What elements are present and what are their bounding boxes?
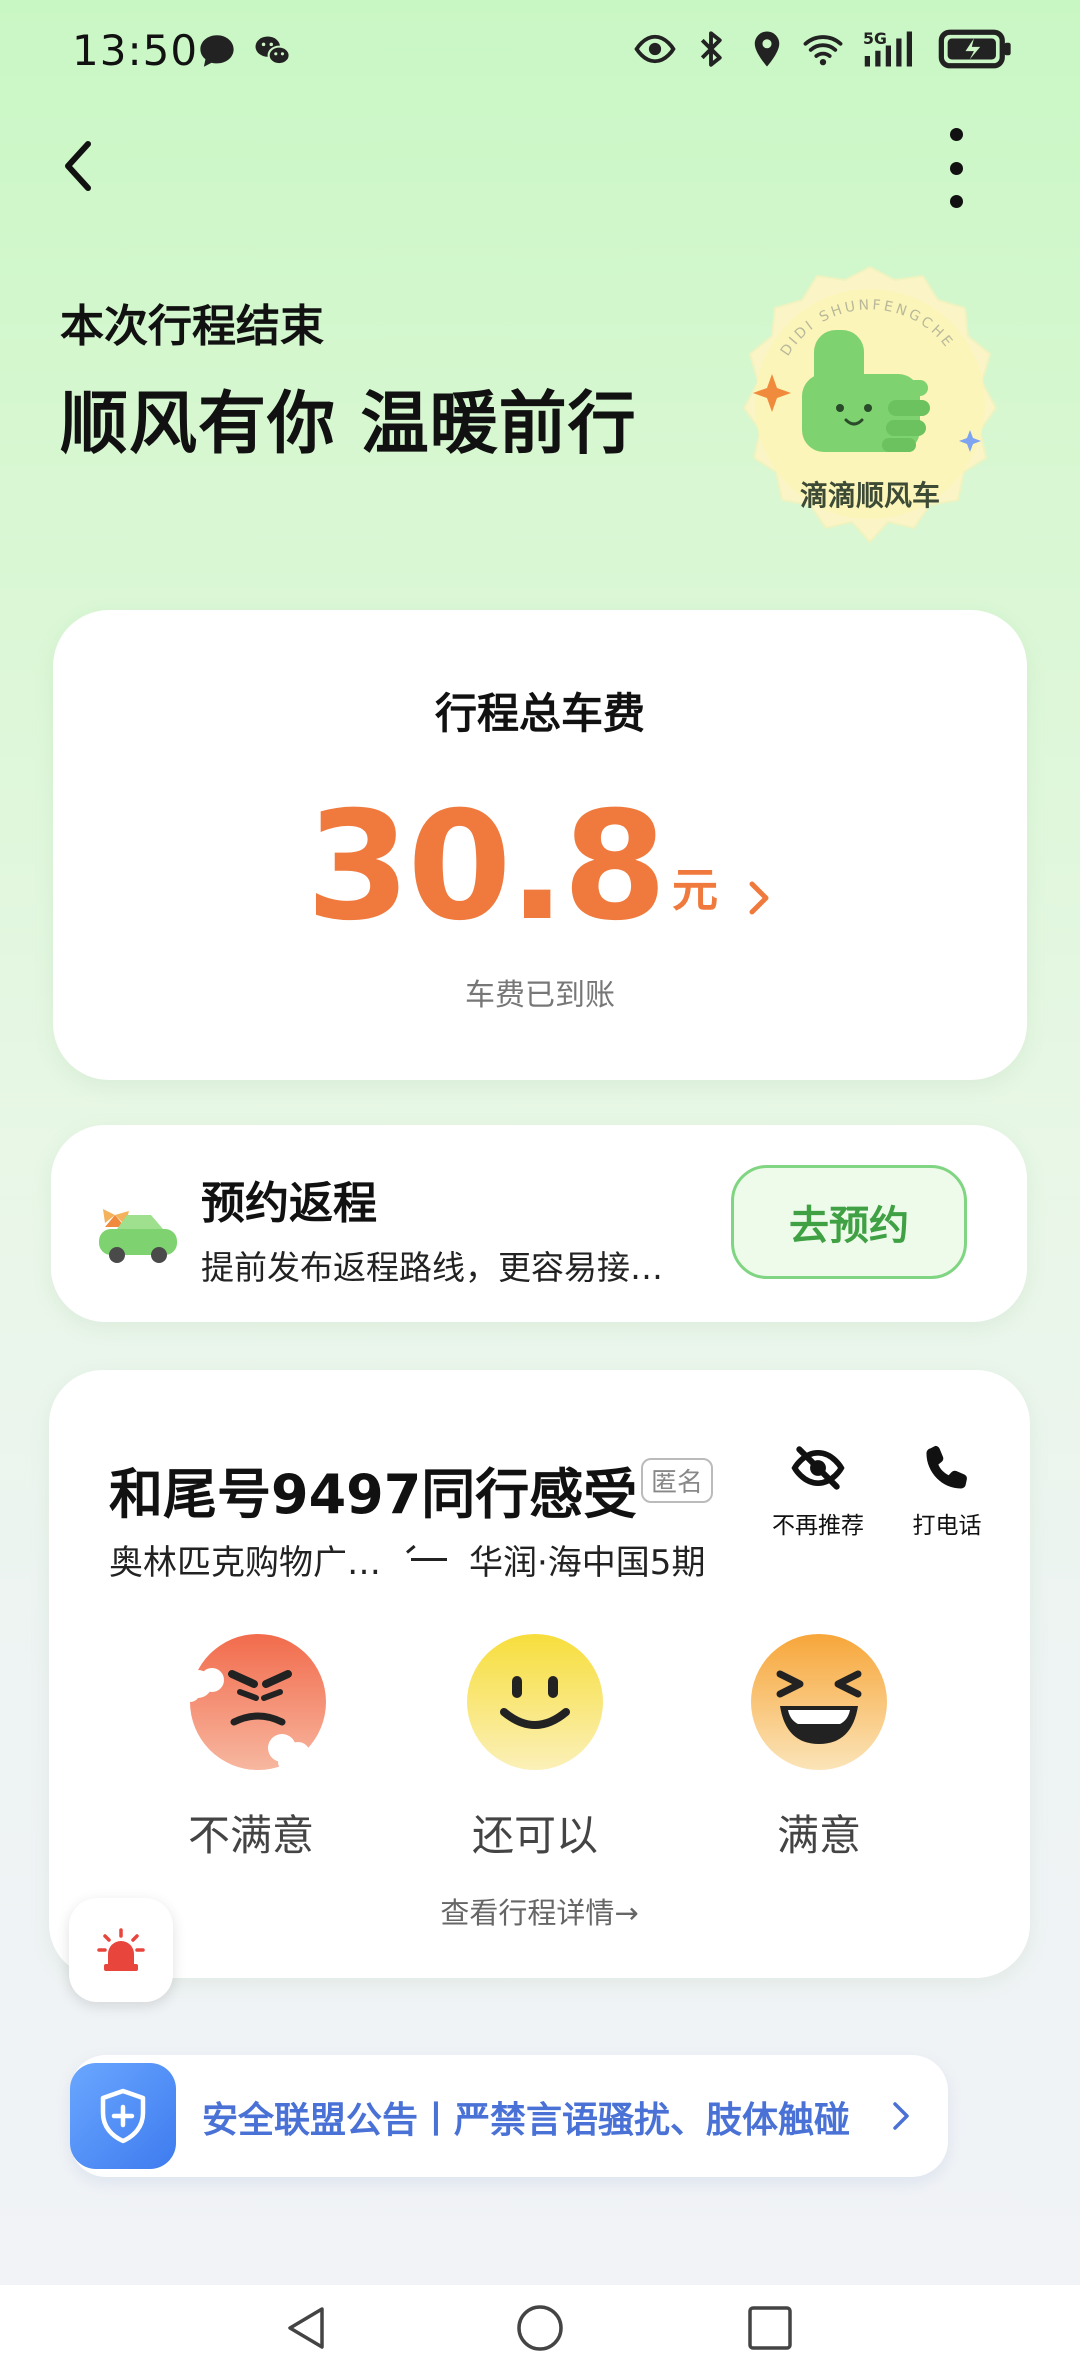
rating-okay-label: 还可以 xyxy=(471,1811,598,1860)
location-icon xyxy=(746,28,788,70)
angry-face-icon xyxy=(180,1634,326,1772)
rating-satisfied-label: 满意 xyxy=(776,1811,861,1860)
route-from: 奥林匹克购物广… xyxy=(109,1543,381,1583)
back-button[interactable] xyxy=(52,140,104,192)
car-pinwheel-icon xyxy=(93,1187,183,1267)
fare-unit: 元 xyxy=(672,863,719,917)
safety-announcement-banner[interactable]: 安全联盟公告丨严禁言语骚扰、肢体触碰 xyxy=(70,2055,948,2177)
fare-status: 车费已到账 xyxy=(465,978,615,1013)
no-longer-recommend-button[interactable]: 不再推荐 xyxy=(758,1440,878,1540)
call-button[interactable]: 打电话 xyxy=(887,1440,1007,1540)
phone-icon xyxy=(926,1445,967,1489)
chevron-right-icon xyxy=(749,881,769,915)
route-to: 华润·海中国5期 xyxy=(469,1543,706,1583)
chevron-right-icon xyxy=(893,2102,909,2130)
battery-icon xyxy=(938,28,1014,70)
feedback-card: 和尾号9497同行感受 匿名 奥林匹克购物广… 华润·海中国5期 不再推荐 打电… xyxy=(49,1370,1030,1978)
bluetooth-icon xyxy=(690,28,732,70)
svg-text:5G: 5G xyxy=(863,29,887,48)
return-trip-card: 预约返程 提前发布返程路线，更容易接… 去预约 xyxy=(51,1125,1027,1322)
rating-okay[interactable]: 还可以 xyxy=(435,1630,635,1863)
safety-announcement-text: 安全联盟公告丨严禁言语骚扰、肢体触碰 xyxy=(202,2100,851,2141)
feedback-title: 和尾号9497同行感受 xyxy=(109,1463,638,1526)
view-trip-details-link[interactable]: 查看行程详情→ xyxy=(49,1890,1030,1932)
route-arrow-icon xyxy=(411,1558,447,1561)
rating-dissatisfied-label: 不满意 xyxy=(187,1811,314,1860)
more-dot-icon xyxy=(949,161,963,175)
book-return-button[interactable]: 去预约 xyxy=(731,1165,967,1279)
eye-icon xyxy=(634,28,676,70)
didi-shunfengche-badge: DIDI SHUNFENGCHE 滴滴顺风车 xyxy=(710,262,1030,572)
svg-text:滴滴顺风车: 滴滴顺风车 xyxy=(800,479,940,512)
more-dot-icon xyxy=(949,195,963,208)
trip-route: 奥林匹克购物广… 华润·海中国5期 xyxy=(109,1535,705,1584)
back-triangle-icon[interactable] xyxy=(282,2303,332,2353)
home-circle-icon[interactable] xyxy=(515,2303,565,2353)
anonymous-badge: 匿名 xyxy=(641,1458,714,1503)
fare-title: 行程总车费 xyxy=(434,689,645,738)
status-time: 13:50 xyxy=(72,26,199,75)
shield-plus-icon xyxy=(70,2063,176,2169)
system-navigation-bar xyxy=(0,2285,1080,2370)
laugh-face-icon xyxy=(751,1634,887,1770)
smile-face-icon xyxy=(467,1634,603,1770)
message-icon xyxy=(196,30,238,72)
sos-button[interactable] xyxy=(69,1898,173,2002)
more-dot-icon xyxy=(949,128,963,141)
rating-satisfied[interactable]: 满意 xyxy=(719,1630,919,1863)
wechat-icon xyxy=(252,30,294,72)
hero-title: 顺风有你 温暖前行 xyxy=(60,385,637,464)
return-trip-title: 预约返程 xyxy=(201,1178,377,1229)
trip-ended-subtitle: 本次行程结束 xyxy=(60,301,324,352)
fare-amount: 30.8 xyxy=(305,780,667,954)
chevron-left-icon xyxy=(65,141,91,191)
call-label: 打电话 xyxy=(912,1513,982,1539)
signal-5g-icon: 5G xyxy=(858,28,924,70)
status-bar: 13:50 5G xyxy=(0,0,1080,100)
fare-card: 行程总车费 30.8 元 车费已到账 xyxy=(53,610,1027,1080)
return-trip-description: 提前发布返程路线，更容易接… xyxy=(201,1248,663,1287)
more-options-button[interactable] xyxy=(930,128,982,208)
no-longer-recommend-label: 不再推荐 xyxy=(772,1513,864,1539)
fare-amount-link[interactable]: 30.8 元 xyxy=(53,792,1027,942)
alarm-light-icon xyxy=(97,1928,145,1971)
rating-dissatisfied[interactable]: 不满意 xyxy=(151,1630,351,1863)
recents-square-icon[interactable] xyxy=(745,2303,795,2353)
wifi-icon xyxy=(802,28,844,70)
eye-off-icon xyxy=(791,1446,845,1490)
